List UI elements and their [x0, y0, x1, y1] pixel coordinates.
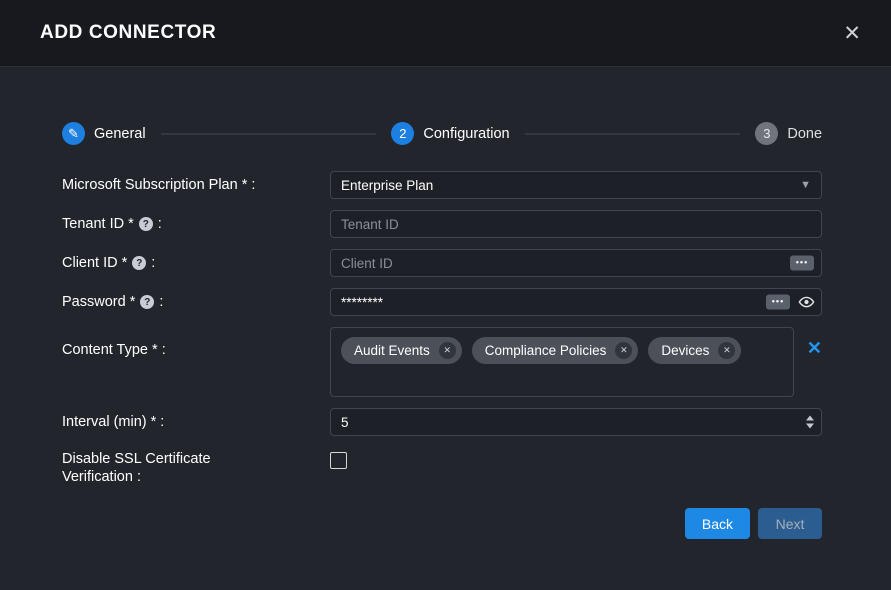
modal-title: ADD CONNECTOR	[40, 22, 216, 44]
tenant-id-input[interactable]	[330, 210, 822, 238]
number-stepper-icon[interactable]	[806, 416, 814, 429]
interval-input[interactable]	[330, 408, 822, 436]
password-label: Password * ? :	[62, 293, 330, 312]
interval-control	[330, 408, 822, 436]
client-id-input[interactable]	[330, 249, 822, 277]
ssl-verification-control	[330, 450, 822, 474]
chevron-down-icon: ▼	[800, 179, 811, 191]
tenant-id-label: Tenant ID * ? :	[62, 215, 330, 234]
footer-buttons: Back Next	[62, 508, 822, 539]
show-password-eye-icon[interactable]	[798, 294, 815, 311]
subscription-plan-select[interactable]: Enterprise Plan ▼	[330, 171, 822, 199]
step-general[interactable]: ✎ General	[62, 122, 146, 145]
tenant-id-row: Tenant ID * ? :	[62, 210, 822, 238]
ssl-verification-row: Disable SSL Certificate Verification :	[62, 450, 822, 486]
configuration-form: Microsoft Subscription Plan * : Enterpri…	[62, 171, 822, 486]
more-options-icon[interactable]: •••	[790, 256, 814, 271]
tenant-id-control	[330, 210, 822, 238]
ssl-verification-checkbox[interactable]	[330, 452, 347, 469]
client-id-control: •••	[330, 249, 822, 277]
modal-body: ✎ General 2 Configuration 3 Done Microso…	[0, 67, 891, 590]
password-row: Password * ? : •••	[62, 288, 822, 316]
chip-remove-icon[interactable]: ✕	[718, 342, 735, 359]
step-3-indicator: 3	[755, 122, 778, 145]
step-configuration[interactable]: 2 Configuration	[391, 122, 509, 145]
chip-audit-events: Audit Events ✕	[341, 337, 462, 364]
content-type-row: Content Type * : Audit Events ✕ Complian…	[62, 327, 822, 397]
step-done-label: Done	[787, 126, 822, 142]
subscription-plan-label: Microsoft Subscription Plan * :	[62, 176, 330, 195]
password-input[interactable]	[330, 288, 822, 316]
subscription-plan-value: Enterprise Plan	[341, 178, 433, 193]
back-button[interactable]: Back	[685, 508, 750, 539]
chip-remove-icon[interactable]: ✕	[439, 342, 456, 359]
interval-row: Interval (min) * :	[62, 408, 822, 436]
help-icon[interactable]: ?	[132, 256, 146, 270]
step-connector-line	[161, 133, 377, 135]
interval-label: Interval (min) * :	[62, 413, 330, 432]
step-general-label: General	[94, 126, 146, 142]
pencil-icon: ✎	[62, 122, 85, 145]
content-type-control: Audit Events ✕ Compliance Policies ✕ Dev…	[330, 327, 822, 397]
help-icon[interactable]: ?	[140, 295, 154, 309]
step-configuration-label: Configuration	[423, 126, 509, 142]
client-id-row: Client ID * ? : •••	[62, 249, 822, 277]
chip-devices: Devices ✕	[648, 337, 741, 364]
close-icon[interactable]: ✕	[843, 23, 861, 44]
ssl-verification-label: Disable SSL Certificate Verification :	[62, 450, 330, 486]
next-button[interactable]: Next	[758, 508, 822, 539]
content-type-multiselect[interactable]: Audit Events ✕ Compliance Policies ✕ Dev…	[330, 327, 794, 397]
chip-compliance-policies: Compliance Policies ✕	[472, 337, 639, 364]
modal-header: ADD CONNECTOR ✕	[0, 0, 891, 67]
chip-remove-icon[interactable]: ✕	[615, 342, 632, 359]
client-id-label: Client ID * ? :	[62, 254, 330, 273]
step-done[interactable]: 3 Done	[755, 122, 822, 145]
step-2-indicator: 2	[391, 122, 414, 145]
password-control: •••	[330, 288, 822, 316]
step-connector-line	[525, 133, 741, 135]
more-options-icon[interactable]: •••	[766, 295, 790, 310]
content-type-label: Content Type * :	[62, 341, 330, 360]
subscription-plan-row: Microsoft Subscription Plan * : Enterpri…	[62, 171, 822, 199]
add-connector-modal: ADD CONNECTOR ✕ ✎ General 2 Configuratio…	[0, 0, 891, 590]
clear-all-icon[interactable]: ✕	[807, 339, 822, 357]
help-icon[interactable]: ?	[139, 217, 153, 231]
stepper: ✎ General 2 Configuration 3 Done	[62, 122, 822, 145]
subscription-plan-control: Enterprise Plan ▼	[330, 171, 822, 199]
